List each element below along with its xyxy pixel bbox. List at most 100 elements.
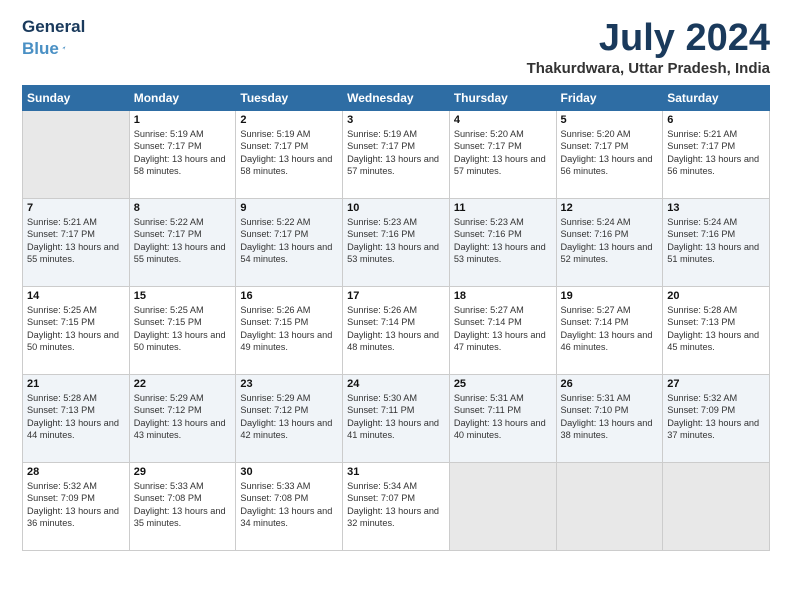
cell-info: Sunrise: 5:26 AMSunset: 7:14 PMDaylight:…: [347, 304, 445, 354]
day-number: 26: [561, 378, 659, 390]
cell-info: Sunrise: 5:34 AMSunset: 7:07 PMDaylight:…: [347, 480, 445, 530]
cell-11: 11 Sunrise: 5:23 AMSunset: 7:16 PMDaylig…: [449, 198, 556, 286]
cell-info: Sunrise: 5:29 AMSunset: 7:12 PMDaylight:…: [240, 392, 338, 442]
cell-5: 5 Sunrise: 5:20 AMSunset: 7:17 PMDayligh…: [556, 110, 663, 198]
cell-info: Sunrise: 5:32 AMSunset: 7:09 PMDaylight:…: [27, 480, 125, 530]
cell-26: 26 Sunrise: 5:31 AMSunset: 7:10 PMDaylig…: [556, 374, 663, 462]
cell-info: Sunrise: 5:33 AMSunset: 7:08 PMDaylight:…: [134, 480, 232, 530]
cell-13: 13 Sunrise: 5:24 AMSunset: 7:16 PMDaylig…: [663, 198, 770, 286]
day-number: 30: [240, 466, 338, 478]
cell-info: Sunrise: 5:19 AMSunset: 7:17 PMDaylight:…: [347, 128, 445, 178]
day-number: 25: [454, 378, 552, 390]
cell-empty: [23, 110, 130, 198]
cell-30: 30 Sunrise: 5:33 AMSunset: 7:08 PMDaylig…: [236, 462, 343, 550]
cell-info: Sunrise: 5:21 AMSunset: 7:17 PMDaylight:…: [27, 216, 125, 266]
day-number: 4: [454, 114, 552, 126]
cell-7: 7 Sunrise: 5:21 AMSunset: 7:17 PMDayligh…: [23, 198, 130, 286]
cell-info: Sunrise: 5:24 AMSunset: 7:16 PMDaylight:…: [561, 216, 659, 266]
cell-31: 31 Sunrise: 5:34 AMSunset: 7:07 PMDaylig…: [343, 462, 450, 550]
col-header-sunday: Sunday: [23, 85, 130, 110]
title-block: July 2024 Thakurdwara, Uttar Pradesh, In…: [527, 18, 770, 77]
day-number: 16: [240, 290, 338, 302]
week-row-4: 21 Sunrise: 5:28 AMSunset: 7:13 PMDaylig…: [23, 374, 770, 462]
day-number: 29: [134, 466, 232, 478]
day-number: 10: [347, 202, 445, 214]
bird-icon: [61, 37, 66, 59]
cell-info: Sunrise: 5:19 AMSunset: 7:17 PMDaylight:…: [240, 128, 338, 178]
day-number: 2: [240, 114, 338, 126]
cell-info: Sunrise: 5:23 AMSunset: 7:16 PMDaylight:…: [347, 216, 445, 266]
cell-info: Sunrise: 5:23 AMSunset: 7:16 PMDaylight:…: [454, 216, 552, 266]
cell-empty: [556, 462, 663, 550]
month-title: July 2024: [527, 18, 770, 60]
cell-24: 24 Sunrise: 5:30 AMSunset: 7:11 PMDaylig…: [343, 374, 450, 462]
cell-18: 18 Sunrise: 5:27 AMSunset: 7:14 PMDaylig…: [449, 286, 556, 374]
day-number: 8: [134, 202, 232, 214]
cell-29: 29 Sunrise: 5:33 AMSunset: 7:08 PMDaylig…: [129, 462, 236, 550]
cell-23: 23 Sunrise: 5:29 AMSunset: 7:12 PMDaylig…: [236, 374, 343, 462]
cell-2: 2 Sunrise: 5:19 AMSunset: 7:17 PMDayligh…: [236, 110, 343, 198]
cell-info: Sunrise: 5:28 AMSunset: 7:13 PMDaylight:…: [27, 392, 125, 442]
day-number: 18: [454, 290, 552, 302]
day-number: 7: [27, 202, 125, 214]
day-number: 21: [27, 378, 125, 390]
header: General Blue July 2024 Thakurdwara, Utta…: [22, 18, 770, 77]
day-number: 24: [347, 378, 445, 390]
cell-info: Sunrise: 5:20 AMSunset: 7:17 PMDaylight:…: [454, 128, 552, 178]
day-number: 19: [561, 290, 659, 302]
cell-21: 21 Sunrise: 5:28 AMSunset: 7:13 PMDaylig…: [23, 374, 130, 462]
day-number: 22: [134, 378, 232, 390]
cell-info: Sunrise: 5:22 AMSunset: 7:17 PMDaylight:…: [240, 216, 338, 266]
col-header-tuesday: Tuesday: [236, 85, 343, 110]
week-row-3: 14 Sunrise: 5:25 AMSunset: 7:15 PMDaylig…: [23, 286, 770, 374]
cell-25: 25 Sunrise: 5:31 AMSunset: 7:11 PMDaylig…: [449, 374, 556, 462]
cell-22: 22 Sunrise: 5:29 AMSunset: 7:12 PMDaylig…: [129, 374, 236, 462]
cell-12: 12 Sunrise: 5:24 AMSunset: 7:16 PMDaylig…: [556, 198, 663, 286]
cell-info: Sunrise: 5:31 AMSunset: 7:10 PMDaylight:…: [561, 392, 659, 442]
day-number: 31: [347, 466, 445, 478]
cell-info: Sunrise: 5:30 AMSunset: 7:11 PMDaylight:…: [347, 392, 445, 442]
day-number: 17: [347, 290, 445, 302]
cell-empty: [663, 462, 770, 550]
calendar-table: SundayMondayTuesdayWednesdayThursdayFrid…: [22, 85, 770, 551]
col-header-thursday: Thursday: [449, 85, 556, 110]
cell-info: Sunrise: 5:19 AMSunset: 7:17 PMDaylight:…: [134, 128, 232, 178]
day-number: 27: [667, 378, 765, 390]
day-number: 1: [134, 114, 232, 126]
col-header-wednesday: Wednesday: [343, 85, 450, 110]
day-number: 14: [27, 290, 125, 302]
day-number: 23: [240, 378, 338, 390]
cell-27: 27 Sunrise: 5:32 AMSunset: 7:09 PMDaylig…: [663, 374, 770, 462]
cell-16: 16 Sunrise: 5:26 AMSunset: 7:15 PMDaylig…: [236, 286, 343, 374]
day-number: 28: [27, 466, 125, 478]
cell-info: Sunrise: 5:25 AMSunset: 7:15 PMDaylight:…: [134, 304, 232, 354]
logo: General Blue: [22, 18, 66, 56]
cell-info: Sunrise: 5:22 AMSunset: 7:17 PMDaylight:…: [134, 216, 232, 266]
cell-14: 14 Sunrise: 5:25 AMSunset: 7:15 PMDaylig…: [23, 286, 130, 374]
cell-8: 8 Sunrise: 5:22 AMSunset: 7:17 PMDayligh…: [129, 198, 236, 286]
day-number: 12: [561, 202, 659, 214]
col-header-friday: Friday: [556, 85, 663, 110]
cell-info: Sunrise: 5:26 AMSunset: 7:15 PMDaylight:…: [240, 304, 338, 354]
location: Thakurdwara, Uttar Pradesh, India: [527, 60, 770, 77]
day-number: 3: [347, 114, 445, 126]
page: General Blue July 2024 Thakurdwara, Utta…: [0, 0, 792, 612]
day-number: 13: [667, 202, 765, 214]
cell-10: 10 Sunrise: 5:23 AMSunset: 7:16 PMDaylig…: [343, 198, 450, 286]
cell-3: 3 Sunrise: 5:19 AMSunset: 7:17 PMDayligh…: [343, 110, 450, 198]
cell-20: 20 Sunrise: 5:28 AMSunset: 7:13 PMDaylig…: [663, 286, 770, 374]
cell-info: Sunrise: 5:27 AMSunset: 7:14 PMDaylight:…: [454, 304, 552, 354]
cell-17: 17 Sunrise: 5:26 AMSunset: 7:14 PMDaylig…: [343, 286, 450, 374]
col-header-saturday: Saturday: [663, 85, 770, 110]
cell-15: 15 Sunrise: 5:25 AMSunset: 7:15 PMDaylig…: [129, 286, 236, 374]
cell-6: 6 Sunrise: 5:21 AMSunset: 7:17 PMDayligh…: [663, 110, 770, 198]
cell-28: 28 Sunrise: 5:32 AMSunset: 7:09 PMDaylig…: [23, 462, 130, 550]
day-number: 11: [454, 202, 552, 214]
cell-info: Sunrise: 5:28 AMSunset: 7:13 PMDaylight:…: [667, 304, 765, 354]
day-number: 9: [240, 202, 338, 214]
week-row-5: 28 Sunrise: 5:32 AMSunset: 7:09 PMDaylig…: [23, 462, 770, 550]
col-header-monday: Monday: [129, 85, 236, 110]
header-row: SundayMondayTuesdayWednesdayThursdayFrid…: [23, 85, 770, 110]
cell-info: Sunrise: 5:20 AMSunset: 7:17 PMDaylight:…: [561, 128, 659, 178]
cell-info: Sunrise: 5:24 AMSunset: 7:16 PMDaylight:…: [667, 216, 765, 266]
